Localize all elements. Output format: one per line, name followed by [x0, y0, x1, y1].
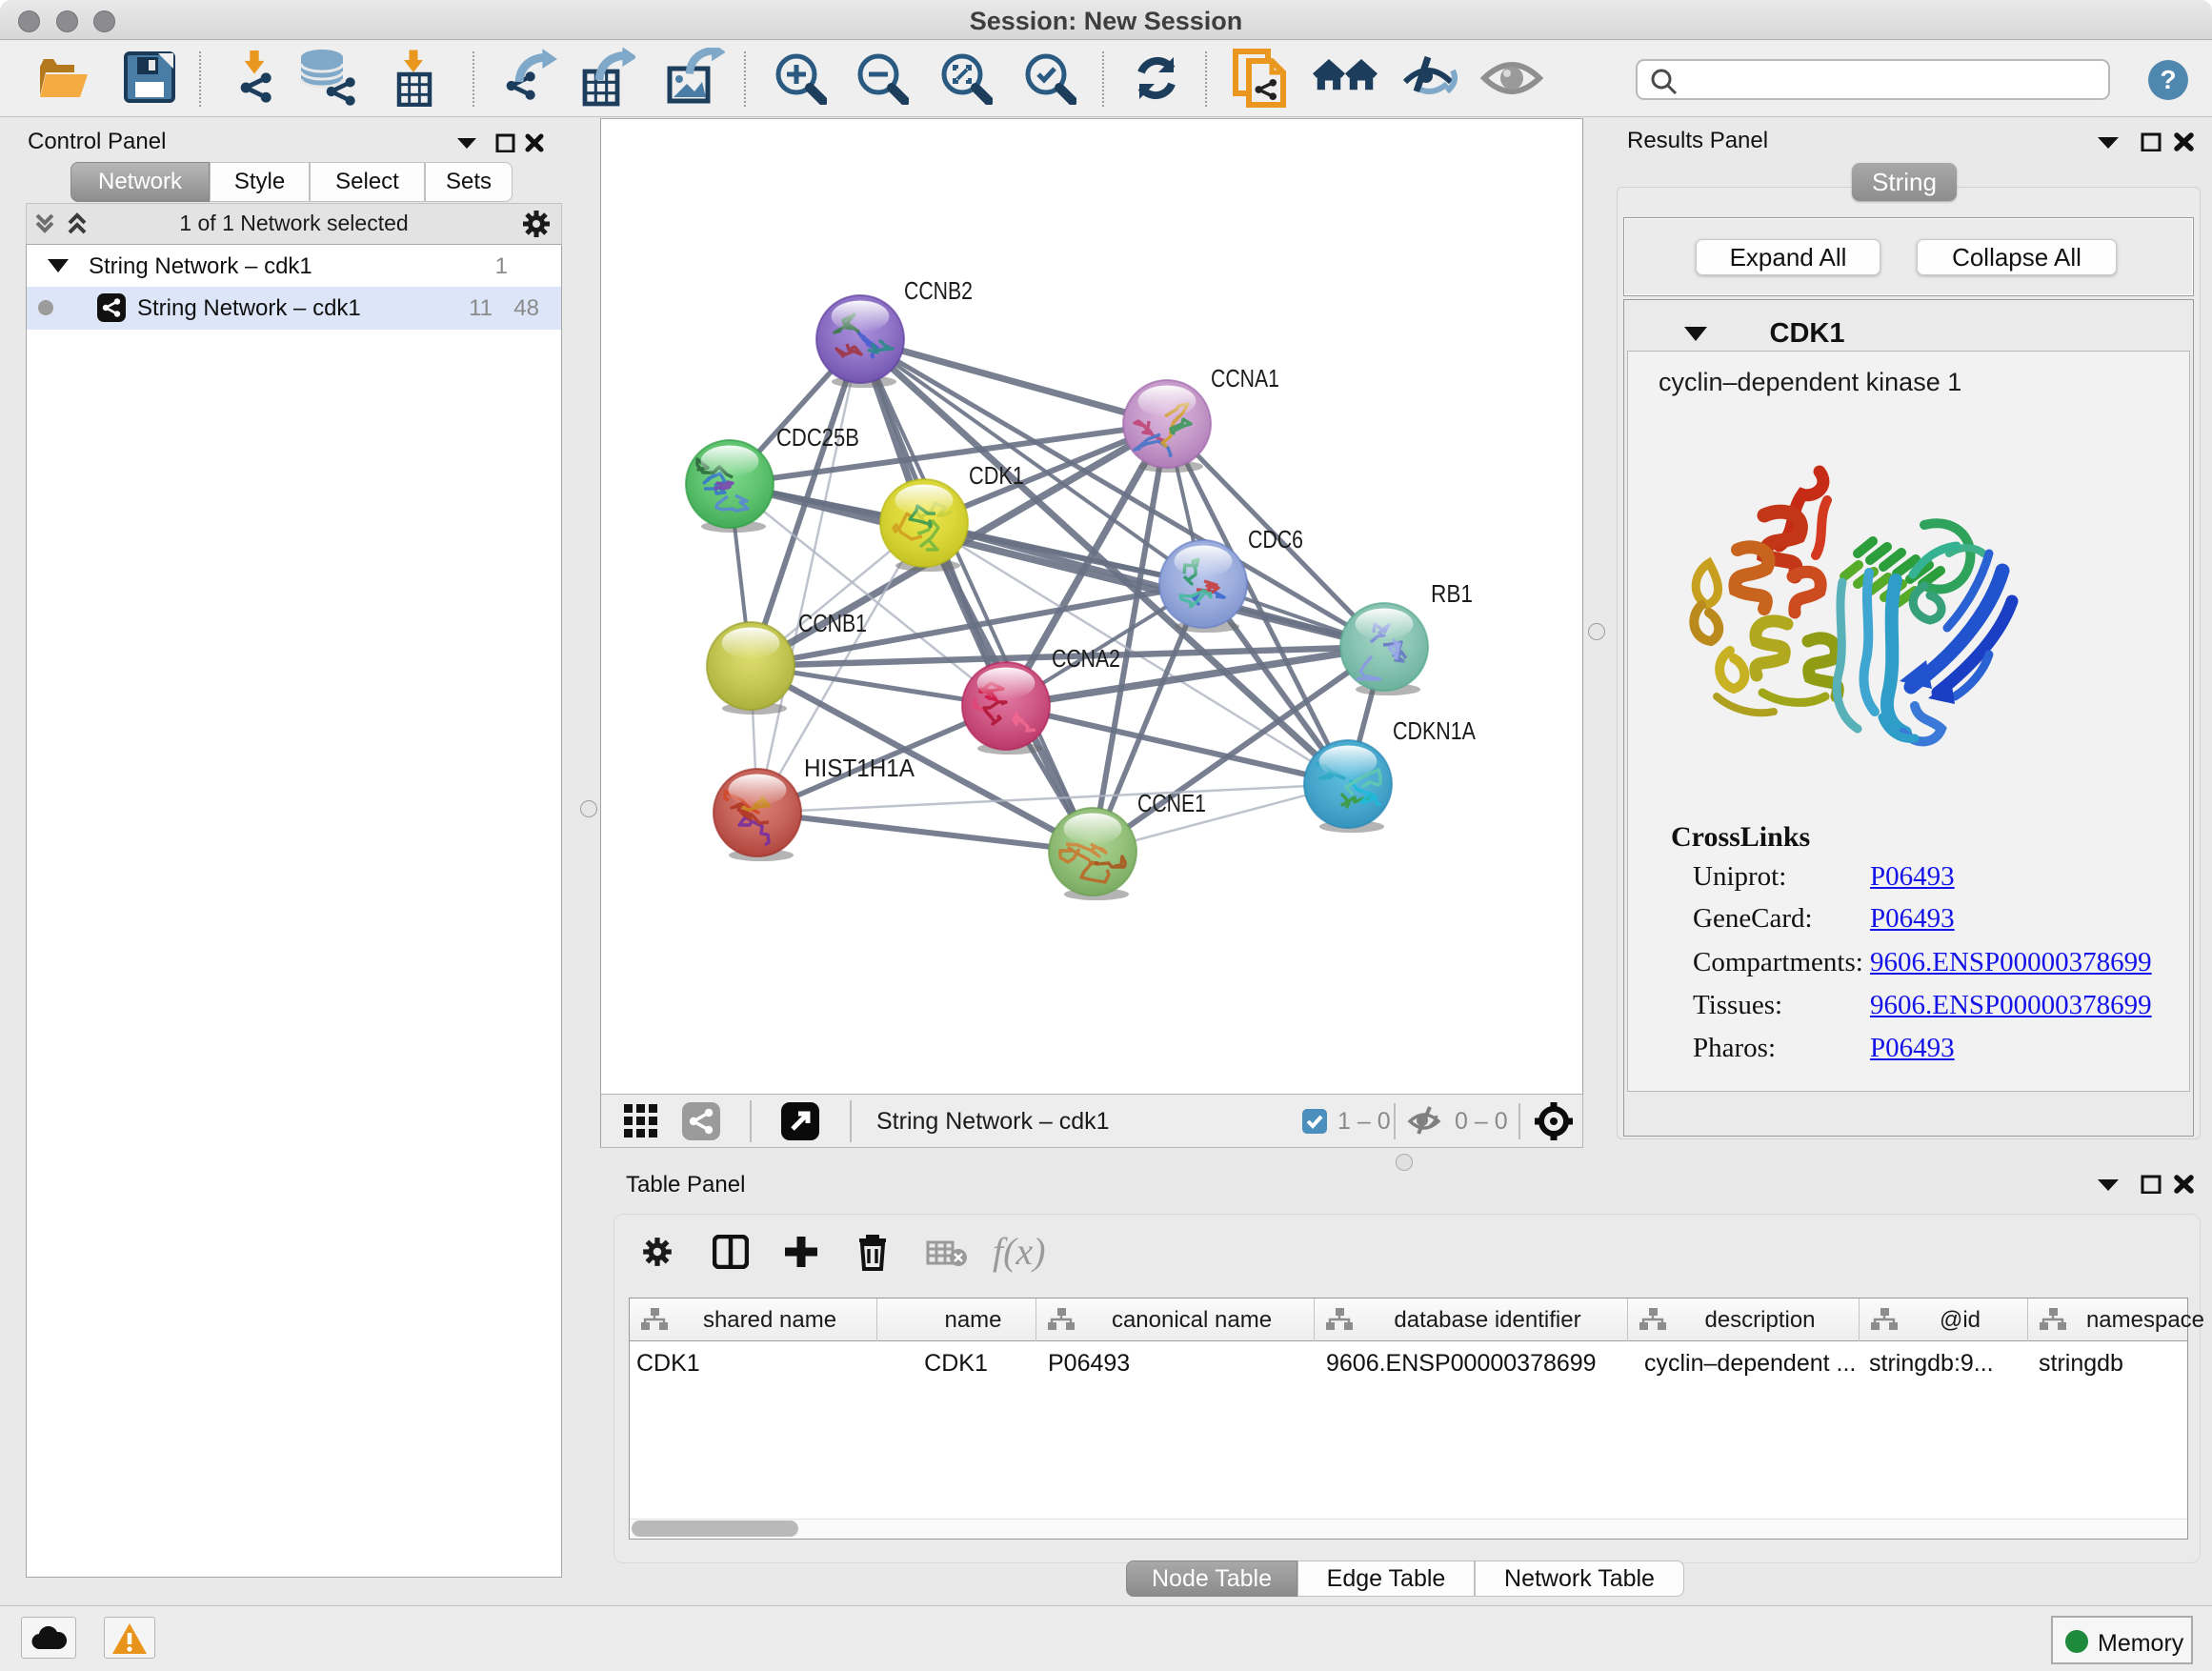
svg-text:HIST1H1A: HIST1H1A: [804, 754, 915, 782]
svg-text:RB1: RB1: [1431, 579, 1473, 608]
svg-text:CCNA2: CCNA2: [1052, 644, 1120, 673]
svg-text:CCNA1: CCNA1: [1211, 364, 1279, 393]
svg-text:CCNB1: CCNB1: [798, 609, 867, 637]
svg-text:CDC6: CDC6: [1248, 525, 1303, 554]
svg-text:CCNB2: CCNB2: [904, 276, 973, 305]
svg-text:CDC25B: CDC25B: [776, 423, 859, 452]
svg-text:CCNE1: CCNE1: [1137, 789, 1206, 817]
svg-text:?: ?: [2160, 65, 2176, 94]
svg-text:CDK1: CDK1: [969, 461, 1024, 490]
svg-text:CDKN1A: CDKN1A: [1393, 716, 1477, 745]
